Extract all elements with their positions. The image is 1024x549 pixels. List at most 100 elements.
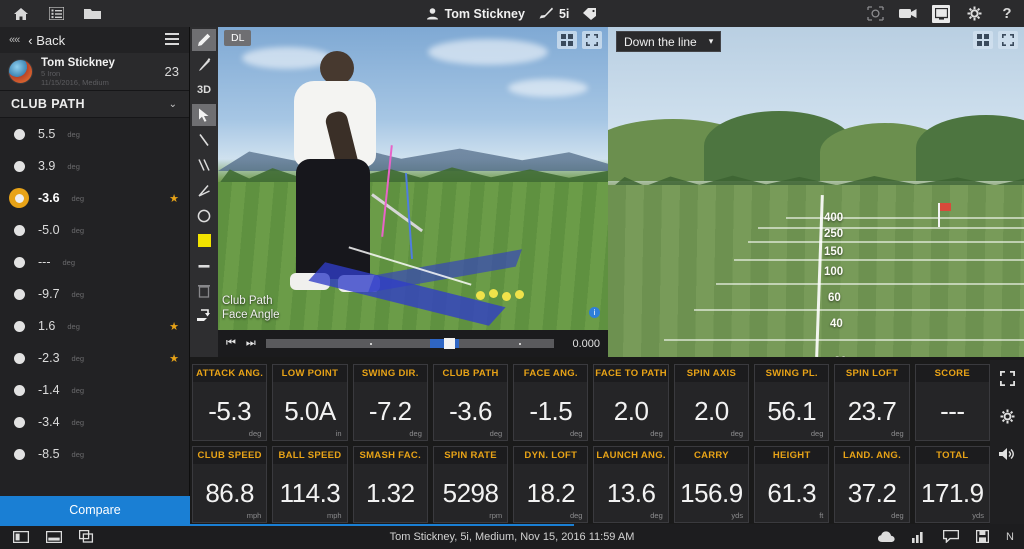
profile-card[interactable]: Tom Stickney 5 Iron 11/15/2016, Medium 2… (0, 53, 189, 91)
metric-tile-header: FACE ANG. (514, 365, 588, 382)
chat-icon[interactable] (942, 529, 959, 544)
metric-tile[interactable]: LOW POINT 5.0A in (272, 364, 348, 441)
shot-list-item[interactable]: -3.6 deg ★ (0, 182, 189, 214)
list-icon[interactable] (47, 5, 66, 22)
metric-tile[interactable]: HEIGHT 61.3 ft (754, 446, 830, 523)
metric-unit: deg (810, 429, 824, 438)
angle-tool[interactable] (192, 179, 216, 201)
grid-view-button[interactable] (973, 31, 993, 49)
dash-tool[interactable] (192, 255, 216, 277)
metric-tile[interactable]: CLUB SPEED 86.8 mph (192, 446, 268, 523)
star-icon[interactable]: ★ (169, 320, 179, 333)
home-icon[interactable] (11, 5, 30, 22)
shot-list-item[interactable]: -1.4 deg (0, 374, 189, 406)
metric-tile[interactable]: SPIN AXIS 2.0 deg (673, 364, 750, 441)
metric-tile-header: LAUNCH ANG. (594, 447, 668, 464)
metric-tile[interactable]: SWING PL. 56.1 deg (754, 364, 830, 441)
gear-icon[interactable] (997, 406, 1017, 426)
shot-list-item[interactable]: -2.3 deg ★ (0, 342, 189, 374)
metric-tile[interactable]: SCORE --- (914, 364, 990, 441)
video-scrubber[interactable] (265, 338, 554, 349)
shot-list-item[interactable]: -3.4 deg (0, 406, 189, 438)
metric-tile[interactable]: SPIN LOFT 23.7 deg (834, 364, 910, 441)
prev-frame-button[interactable]: ⏮ (226, 337, 236, 350)
threed-tool[interactable]: 3D (192, 79, 216, 101)
back-button[interactable]: ‹ Back (28, 33, 65, 48)
metric-selector[interactable]: CLUB PATH ⌄ (0, 91, 189, 118)
stats-icon[interactable] (910, 529, 927, 544)
metric-tile[interactable]: FACE TO PATH 2.0 deg (593, 364, 669, 441)
save-icon[interactable] (974, 529, 991, 544)
cloud-upload-icon[interactable] (878, 529, 895, 544)
trajectory-3d-pane[interactable]: 400 250 150 100 60 40 20 Down the line ▾ (608, 27, 1024, 357)
view-selector[interactable]: Down the line ▾ (616, 31, 722, 52)
metric-tile[interactable]: CLUB PATH -3.6 deg (432, 364, 509, 441)
fullscreen-button[interactable] (582, 31, 602, 49)
metric-tile[interactable]: LAND. ANG. 37.2 deg (834, 446, 910, 523)
shot-list-item[interactable]: -9.7 deg (0, 278, 189, 310)
metrics-panel: ATTACK ANG. -5.3 deg LOW POINT 5.0A in SWING D… (190, 360, 990, 524)
metric-tile[interactable]: SPIN RATE 5298 rpm (432, 446, 509, 523)
metric-unit: mph (327, 511, 342, 520)
select-tool[interactable] (192, 104, 216, 127)
metric-label: SPIN LOFT (845, 368, 899, 379)
shot-value: -3.4 (38, 415, 60, 429)
sidebar-menu-icon[interactable] (165, 33, 179, 45)
metric-value: 37.2 (847, 477, 897, 508)
metric-tile[interactable]: BALL SPEED 114.3 mph (272, 446, 348, 523)
metric-tile[interactable]: CARRY 156.9 yds (673, 446, 750, 523)
delete-tool[interactable] (192, 280, 216, 302)
metric-tile[interactable]: FACE ANG. -1.5 deg (513, 364, 589, 441)
help-icon[interactable]: ? (998, 5, 1016, 23)
metric-tile[interactable]: SWING DIR. -7.2 deg (352, 364, 428, 441)
fullscreen-button[interactable] (998, 31, 1018, 49)
metric-tile[interactable]: TOTAL 171.9 yds (914, 446, 990, 523)
session-player[interactable]: Tom Stickney (426, 7, 525, 21)
metric-value: -5.3 (208, 395, 252, 426)
metric-value: -1.5 (529, 395, 573, 426)
grid-view-button[interactable] (557, 31, 577, 49)
scrubber-handle[interactable] (444, 338, 456, 349)
star-icon[interactable]: ★ (169, 352, 179, 365)
metric-tile[interactable]: SMASH FAC. 1.32 (352, 446, 428, 523)
shot-list-item[interactable]: -5.0 deg (0, 214, 189, 246)
color-swatch-tool[interactable] (192, 230, 216, 252)
video-camera-icon[interactable] (899, 5, 917, 23)
video-pane[interactable]: DL Club Path Face Angle i (218, 27, 608, 357)
metric-tile[interactable]: ATTACK ANG. -5.3 deg (192, 364, 268, 441)
folder-icon[interactable] (83, 5, 102, 22)
line-tool[interactable] (192, 129, 216, 151)
volume-icon[interactable] (997, 444, 1017, 464)
metric-unit: rpm (489, 511, 503, 520)
shot-list[interactable]: 5.5 deg 3.9 deg -3.6 deg ★ -5.0 deg --- deg -9.7 deg… (0, 118, 189, 488)
metric-tile[interactable]: DYN. LOFT 18.2 deg (513, 446, 589, 523)
screen-icon[interactable] (932, 4, 950, 23)
shot-list-item[interactable]: -8.5 deg (0, 438, 189, 470)
next-frame-button[interactable]: ⏭ (246, 337, 256, 350)
metric-tile-header: LAND. ANG. (835, 447, 909, 464)
metric-value: 2.0 (613, 395, 649, 426)
metric-tile-header: SWING DIR. (353, 365, 427, 382)
stamp-tool[interactable] (192, 305, 216, 327)
shot-list-item[interactable]: --- deg (0, 246, 189, 278)
gear-icon[interactable] (965, 5, 983, 23)
capture-icon[interactable] (866, 5, 884, 23)
distance-line (716, 283, 1024, 285)
metric-tile-header: ATTACK ANG. (193, 365, 267, 382)
session-club[interactable]: 5i (538, 7, 569, 21)
metric-tile-header: CLUB PATH (433, 365, 508, 382)
tag-icon[interactable] (582, 7, 598, 20)
shot-list-item[interactable]: 3.9 deg (0, 150, 189, 182)
metric-tile[interactable]: LAUNCH ANG. 13.6 deg (593, 446, 669, 523)
expand-icon[interactable] (997, 368, 1017, 388)
circle-tool[interactable] (192, 205, 216, 227)
pen-tool[interactable] (192, 29, 216, 52)
magic-wand-tool[interactable] (192, 54, 216, 76)
shot-list-item[interactable]: 1.6 deg ★ (0, 310, 189, 342)
collapse-sidebar-button[interactable]: «« (9, 34, 20, 46)
parallel-lines-tool[interactable] (192, 154, 216, 176)
compare-button[interactable]: Compare (0, 496, 190, 524)
shot-list-item[interactable]: 5.5 deg (0, 118, 189, 150)
info-icon[interactable]: i (589, 307, 600, 318)
star-icon[interactable]: ★ (169, 192, 179, 205)
